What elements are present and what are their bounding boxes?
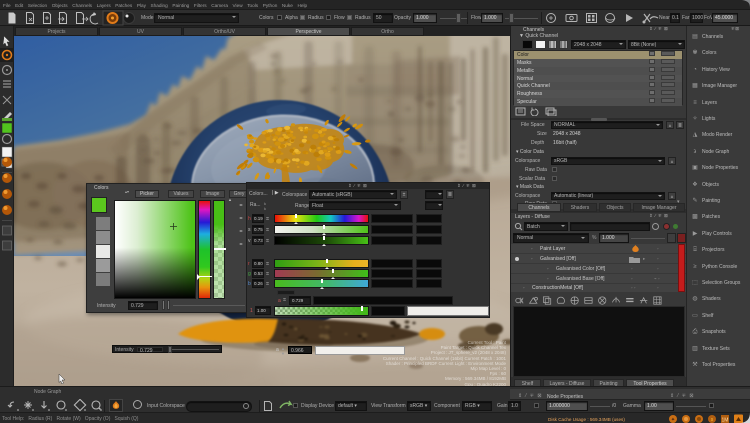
svg-text:✦: ✦: [671, 417, 675, 423]
svg-text:1M: 1M: [722, 418, 729, 423]
